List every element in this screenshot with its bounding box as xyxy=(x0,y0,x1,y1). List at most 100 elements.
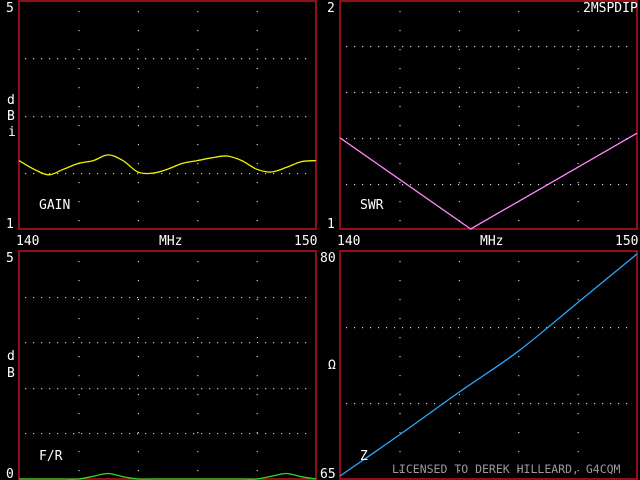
grid-dot xyxy=(410,92,412,94)
grid-dot xyxy=(257,173,259,175)
grid-dot xyxy=(265,342,267,344)
grid-dot xyxy=(129,433,131,435)
grid-dot xyxy=(530,327,532,329)
grid-dot xyxy=(89,58,91,60)
grid-dot xyxy=(197,261,199,263)
grid-dot xyxy=(305,433,307,435)
grid-dot xyxy=(498,327,500,329)
grid-dot xyxy=(518,451,520,453)
grid-dots xyxy=(25,11,628,472)
grid-dot xyxy=(530,92,532,94)
grid-dot xyxy=(578,46,580,48)
grid-dot xyxy=(249,433,251,435)
grid-dot xyxy=(506,403,508,405)
grid-dot xyxy=(577,261,579,263)
grid-dot xyxy=(137,297,139,299)
grid-dot xyxy=(418,138,420,140)
grid-dot xyxy=(474,327,476,329)
grid-dot xyxy=(562,46,564,48)
grid-dot xyxy=(161,433,163,435)
grid-dot xyxy=(450,327,452,329)
swr-ytick-bottom: 1 xyxy=(327,217,335,232)
grid-dot xyxy=(41,297,43,299)
grid-dot xyxy=(197,201,199,203)
grid-dot xyxy=(137,144,139,146)
grid-dot xyxy=(256,337,258,339)
grid-dot xyxy=(105,116,107,118)
grid-dot xyxy=(378,92,380,94)
grid-dot xyxy=(289,173,291,175)
grid-dot xyxy=(265,297,267,299)
grid-dot xyxy=(297,342,299,344)
grid-dot xyxy=(217,342,219,344)
grid-dot xyxy=(25,58,27,60)
grid-dot xyxy=(362,92,364,94)
grid-dot xyxy=(249,173,251,175)
grid-dot xyxy=(256,125,258,127)
grid-dot xyxy=(577,201,579,203)
grid-dot xyxy=(362,403,364,405)
grid-dot xyxy=(518,432,520,434)
grid-dot xyxy=(113,297,115,299)
grid-dot xyxy=(73,116,75,118)
grid-dot xyxy=(498,46,500,48)
grid-dot xyxy=(602,403,604,405)
grid-dot xyxy=(538,327,540,329)
grid-dot xyxy=(346,327,348,329)
grid-dot xyxy=(394,46,396,48)
grid-dot xyxy=(434,138,436,140)
grid-dot xyxy=(225,433,227,435)
grid-dot xyxy=(241,433,243,435)
grid-dot xyxy=(418,92,420,94)
grid-dot xyxy=(562,138,564,140)
grid-dot xyxy=(256,470,258,472)
grid-dot xyxy=(586,46,588,48)
grid-dot xyxy=(577,49,579,51)
grid-dot xyxy=(201,173,203,175)
grid-dot xyxy=(78,432,80,434)
gain-ylabel-d: d xyxy=(7,93,15,108)
grid-dot xyxy=(145,342,147,344)
grid-dot xyxy=(105,58,107,60)
grid-dot xyxy=(256,394,258,396)
grid-dot xyxy=(256,375,258,377)
grid-dot xyxy=(399,125,401,127)
grid-dot xyxy=(577,220,579,222)
grid-dot xyxy=(506,46,508,48)
grid-dot xyxy=(197,125,199,127)
gain-curve xyxy=(18,154,317,176)
grid-dot xyxy=(197,182,199,184)
swr-curve xyxy=(339,132,638,230)
grid-dot xyxy=(169,297,171,299)
grid-dot xyxy=(81,388,83,390)
grid-dot xyxy=(577,182,579,184)
grid-dot xyxy=(378,46,380,48)
grid-dot xyxy=(113,342,115,344)
grid-dot xyxy=(522,403,524,405)
grid-dot xyxy=(518,261,520,263)
grid-dot xyxy=(399,49,401,51)
grid-dot xyxy=(65,297,67,299)
grid-dot xyxy=(41,58,43,60)
grid-dot xyxy=(89,433,91,435)
grid-dot xyxy=(197,163,199,165)
grid-dot xyxy=(169,342,171,344)
grid-dot xyxy=(458,299,460,301)
grid-dot xyxy=(73,342,75,344)
grid-dot xyxy=(78,261,80,263)
grid-dot xyxy=(265,388,267,390)
grid-dot xyxy=(577,432,579,434)
grid-dot xyxy=(73,388,75,390)
grid-dot xyxy=(233,433,235,435)
grid-dot xyxy=(399,394,401,396)
grid-dot xyxy=(161,58,163,60)
z-ytick-top: 80 xyxy=(320,251,336,266)
grid-dot xyxy=(241,388,243,390)
swr-xlabel: MHz xyxy=(480,234,503,249)
grid-dot xyxy=(626,92,628,94)
grid-dot xyxy=(33,173,35,175)
grid-dot xyxy=(399,261,401,263)
grid-dot xyxy=(518,356,520,358)
grid-dot xyxy=(121,433,123,435)
grid-dot xyxy=(399,163,401,165)
